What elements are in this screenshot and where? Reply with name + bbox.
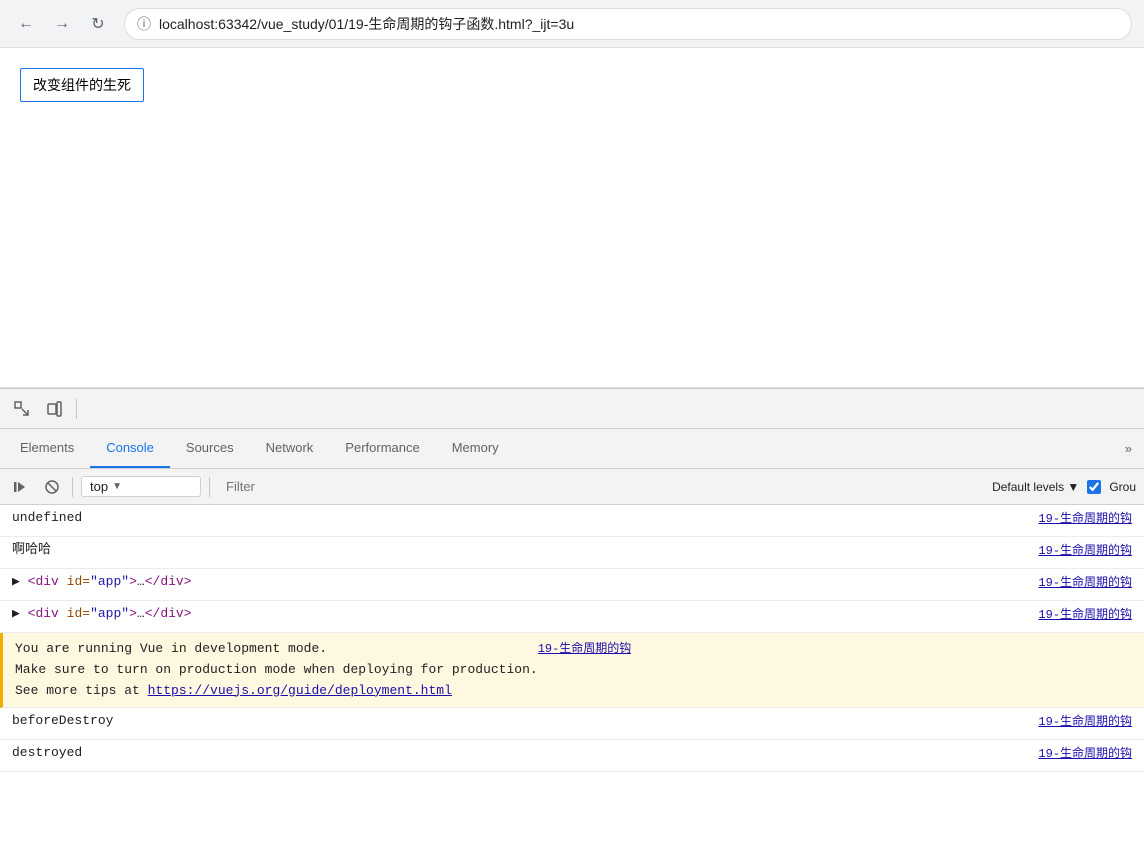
context-arrow-icon: ▼	[112, 481, 122, 492]
console-html-text: ▶ <div id="app">…</div>	[12, 573, 1038, 591]
toolbar-separator	[76, 399, 77, 419]
console-row-warning: You are running Vue in development mode.…	[0, 633, 1144, 708]
console-row: ▶ <div id="app">…</div> 19-生命周期的钩	[0, 601, 1144, 633]
console-source-link[interactable]: 19-生命周期的钩	[1038, 744, 1132, 761]
console-filter-input[interactable]	[218, 477, 984, 496]
console-row: undefined 19-生命周期的钩	[0, 505, 1144, 537]
tab-network[interactable]: Network	[250, 429, 330, 468]
default-levels-dropdown[interactable]: Default levels ▼	[992, 480, 1079, 494]
lock-icon: ⓘ	[137, 14, 151, 34]
console-text: beforeDestroy	[12, 712, 1038, 730]
filter-separator	[209, 477, 210, 497]
console-warning-text: You are running Vue in development mode.…	[15, 639, 538, 701]
forward-button[interactable]: →	[48, 10, 76, 38]
reload-button[interactable]: ↻	[84, 10, 112, 38]
console-source-link[interactable]: 19-生命周期的钩	[1038, 541, 1132, 558]
clear-console-icon[interactable]	[8, 475, 32, 499]
back-button[interactable]: ←	[12, 10, 40, 38]
console-row: ▶ <div id="app">…</div> 19-生命周期的钩	[0, 569, 1144, 601]
console-source-link[interactable]: 19-生命周期的钩	[1038, 509, 1132, 526]
tab-elements[interactable]: Elements	[4, 429, 90, 468]
inspect-element-icon[interactable]	[8, 395, 36, 423]
group-similar-checkbox[interactable]	[1087, 480, 1101, 494]
tab-performance[interactable]: Performance	[329, 429, 435, 468]
console-source-link[interactable]: 19-生命周期的钩	[1038, 605, 1132, 622]
console-text: undefined	[12, 509, 1038, 527]
console-output: undefined 19-生命周期的钩 啊哈哈 19-生命周期的钩 ▶ <div…	[0, 505, 1144, 864]
toggle-component-button[interactable]: 改变组件的生死	[20, 68, 144, 102]
console-html-text: ▶ <div id="app">…</div>	[12, 605, 1038, 623]
device-toolbar-icon[interactable]	[40, 395, 68, 423]
nav-buttons: ← → ↻	[12, 10, 112, 38]
devtools-top-toolbar	[0, 389, 1144, 429]
console-row: 啊哈哈 19-生命周期的钩	[0, 537, 1144, 569]
console-source-link[interactable]: 19-生命周期的钩	[1038, 712, 1132, 729]
devtools-panel: Elements Console Sources Network Perform…	[0, 388, 1144, 864]
tab-memory[interactable]: Memory	[436, 429, 515, 468]
devtools-tabs: Elements Console Sources Network Perform…	[0, 429, 1144, 469]
console-context-selector[interactable]: top ▼	[81, 476, 201, 497]
tab-sources[interactable]: Sources	[170, 429, 250, 468]
console-toolbar: top ▼ Default levels ▼ Grou	[0, 469, 1144, 505]
console-text: destroyed	[12, 744, 1038, 762]
tab-more[interactable]: »	[1117, 429, 1140, 468]
console-text: 啊哈哈	[12, 541, 1038, 559]
url-text: localhost:63342/vue_study/01/19-生命周期的钩子函…	[159, 14, 1119, 34]
tab-console[interactable]: Console	[90, 429, 170, 468]
deployment-link[interactable]: https://vuejs.org/guide/deployment.html	[148, 683, 452, 698]
console-source-link[interactable]: 19-生命周期的钩	[538, 639, 632, 656]
console-source-link[interactable]: 19-生命周期的钩	[1038, 573, 1132, 590]
address-bar[interactable]: ⓘ localhost:63342/vue_study/01/19-生命周期的钩…	[124, 8, 1132, 40]
console-row: destroyed 19-生命周期的钩	[0, 740, 1144, 772]
browser-toolbar: ← → ↻ ⓘ localhost:63342/vue_study/01/19-…	[0, 0, 1144, 48]
page-content: 改变组件的生死	[0, 48, 1144, 388]
console-row: beforeDestroy 19-生命周期的钩	[0, 708, 1144, 740]
block-icon[interactable]	[40, 475, 64, 499]
group-label: Grou	[1109, 480, 1136, 494]
console-toolbar-sep	[72, 477, 73, 497]
